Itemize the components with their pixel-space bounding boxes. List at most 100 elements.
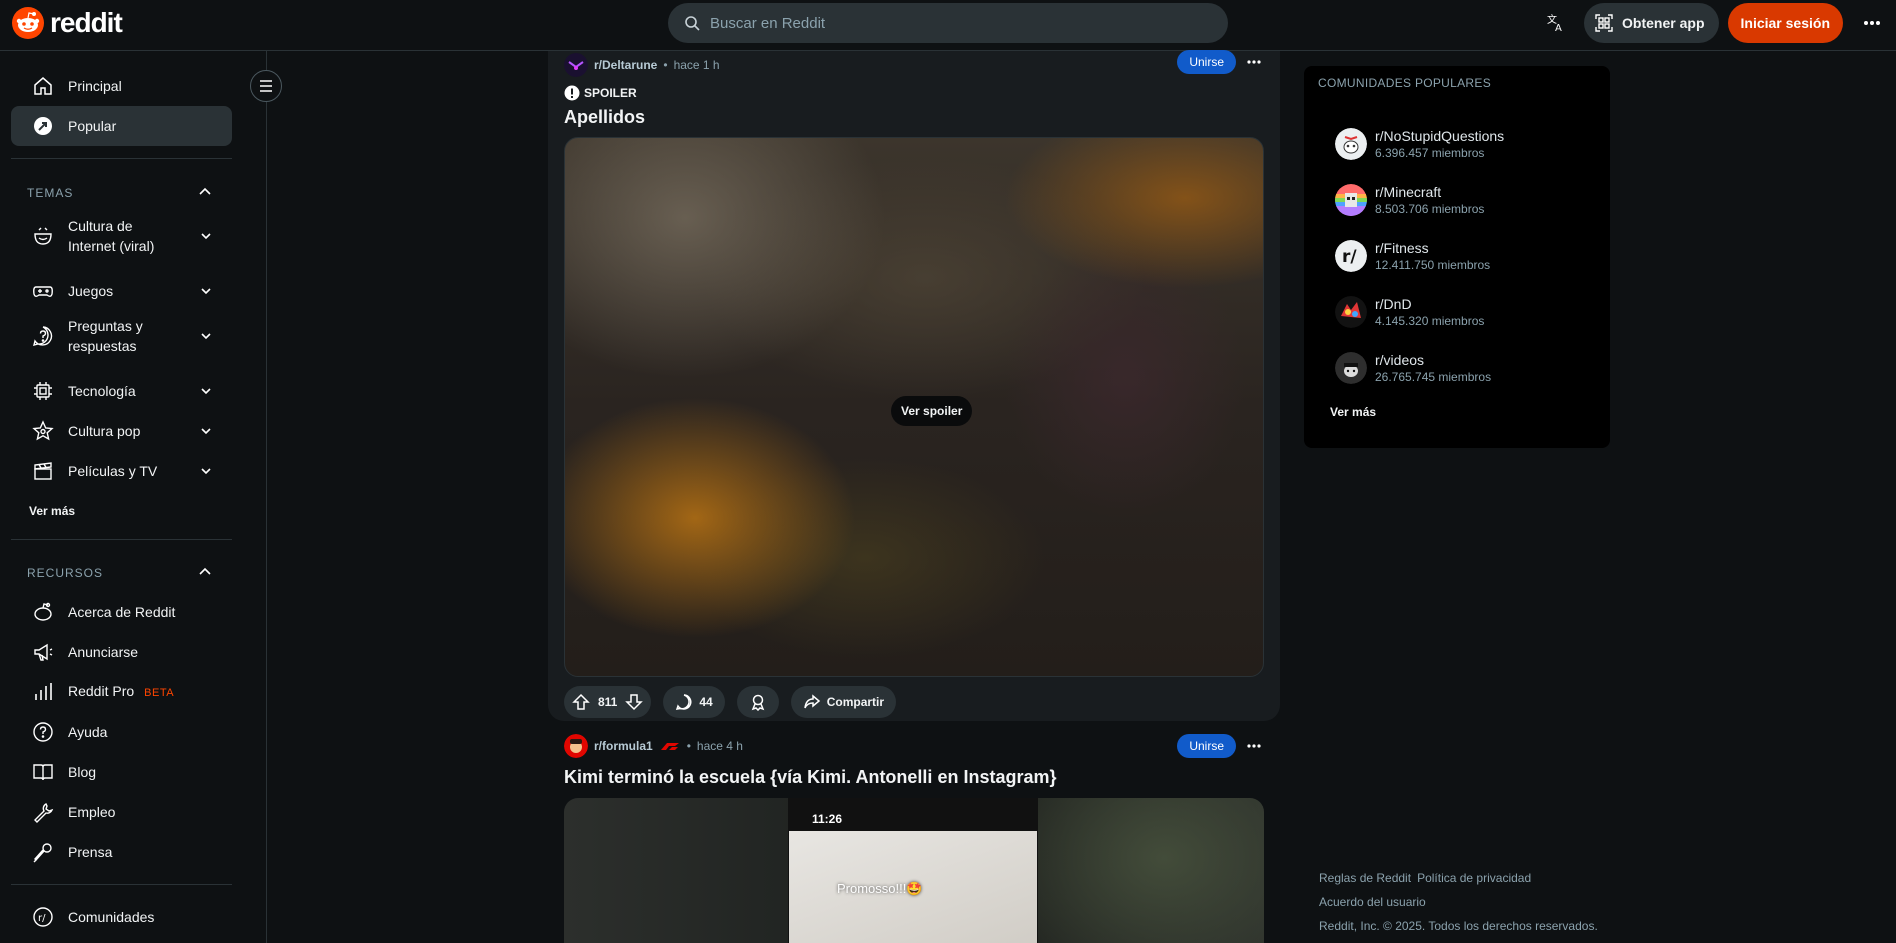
reddit-logo[interactable]: reddit bbox=[12, 7, 123, 39]
sidebar-item-qa[interactable]: Preguntas y respuestas bbox=[11, 315, 232, 357]
award-button[interactable] bbox=[736, 686, 779, 718]
collapse-sidebar-button[interactable] bbox=[250, 70, 282, 102]
more-dots-icon bbox=[1247, 744, 1261, 748]
communities-see-more-link[interactable]: Ver más bbox=[1330, 405, 1376, 419]
community-item[interactable]: r/videos 26.765.745 miembros bbox=[1335, 348, 1595, 388]
footer-copyright: Reddit, Inc. © 2025. Todos los derechos … bbox=[1319, 919, 1598, 933]
footer-rules-link[interactable]: Reglas de Reddit bbox=[1319, 871, 1411, 885]
top-header: reddit Buscar en Reddit 文A Obtener app I… bbox=[0, 0, 1896, 51]
sidebar-item-press[interactable]: Prensa bbox=[11, 832, 232, 872]
post-image[interactable]: 11:26 Promosso!!!🤩 bbox=[564, 798, 1264, 943]
sidebar-item-label: Tecnología bbox=[68, 383, 136, 399]
join-button[interactable]: Unirse bbox=[1177, 50, 1236, 74]
community-members: 8.503.706 miembros bbox=[1375, 202, 1485, 216]
chevron-down-icon bbox=[196, 421, 216, 441]
sidebar-item-pop-culture[interactable]: Cultura pop bbox=[11, 411, 232, 451]
f1-flair-icon bbox=[659, 741, 681, 751]
chevron-down-icon bbox=[196, 281, 216, 301]
post-card[interactable]: r/Deltarune • hace 1 h Unirse SPOILER Ap… bbox=[548, 50, 1280, 721]
post-options-button[interactable] bbox=[1242, 734, 1266, 758]
sidebar-item-blog[interactable]: Blog bbox=[11, 752, 232, 792]
community-item[interactable]: r/Minecraft 8.503.706 miembros bbox=[1335, 180, 1595, 220]
sidebar-item-advertise[interactable]: Anunciarse bbox=[11, 632, 232, 672]
chevron-up-icon[interactable] bbox=[195, 562, 215, 582]
book-icon bbox=[32, 761, 54, 783]
subreddit-name[interactable]: r/Deltarune bbox=[594, 58, 657, 72]
sidebar-item-label: Empleo bbox=[68, 804, 116, 820]
help-icon bbox=[32, 721, 54, 743]
post-options-button[interactable] bbox=[1242, 50, 1266, 74]
join-button[interactable]: Unirse bbox=[1177, 734, 1236, 758]
community-item[interactable]: r/DnD 4.145.320 miembros bbox=[1335, 292, 1595, 332]
reddit-alien-icon bbox=[12, 7, 44, 39]
reddit-alien-icon bbox=[32, 601, 54, 623]
search-placeholder: Buscar en Reddit bbox=[710, 14, 826, 32]
footer-user-agreement-link[interactable]: Acuerdo del usuario bbox=[1319, 895, 1426, 909]
left-sidebar: Principal Popular TEMAS Cultura de Inter… bbox=[0, 51, 267, 943]
community-avatar: r/ bbox=[1335, 240, 1367, 272]
subreddit-name[interactable]: r/formula1 bbox=[594, 739, 653, 753]
popular-icon bbox=[32, 115, 54, 137]
post-card[interactable]: r/formula1 • hace 4 h Unirse Kimi termin… bbox=[548, 723, 1280, 943]
sidebar-item-technology[interactable]: Tecnología bbox=[11, 371, 232, 411]
share-button[interactable]: Compartir bbox=[790, 686, 897, 718]
more-dots-icon bbox=[1863, 20, 1881, 26]
blurred-spoiler-image[interactable]: Ver spoiler bbox=[564, 137, 1264, 677]
comments-button[interactable]: 44 bbox=[663, 686, 725, 718]
community-item[interactable]: r/ r/Fitness 12.411.750 miembros bbox=[1335, 236, 1595, 276]
sidebar-item-home[interactable]: Principal bbox=[11, 66, 232, 106]
view-spoiler-button[interactable]: Ver spoiler bbox=[891, 396, 973, 426]
sidebar-item-label: Blog bbox=[68, 764, 97, 780]
wrench-icon bbox=[32, 801, 54, 823]
footer-links: Reglas de Reddit Política de privacidad A… bbox=[1319, 866, 1598, 938]
topics-see-more-link[interactable]: Ver más bbox=[29, 504, 75, 518]
share-icon bbox=[803, 693, 821, 711]
community-avatar bbox=[1335, 352, 1367, 384]
sidebar-item-help[interactable]: Ayuda bbox=[11, 712, 232, 752]
meta-separator: • bbox=[663, 58, 668, 72]
award-icon bbox=[749, 693, 767, 711]
more-options-button[interactable] bbox=[1852, 3, 1892, 43]
sidebar-item-popular[interactable]: Popular bbox=[11, 106, 232, 146]
sidebar-item-label: Acerca de Reddit bbox=[68, 604, 176, 620]
sidebar-item-label: Cultura de Internet (viral) bbox=[68, 218, 155, 254]
star-icon bbox=[32, 420, 54, 442]
search-input[interactable]: Buscar en Reddit bbox=[668, 3, 1228, 43]
subreddit-avatar[interactable] bbox=[564, 53, 588, 77]
microphone-icon bbox=[32, 841, 54, 863]
sidebar-item-about[interactable]: Acerca de Reddit bbox=[11, 592, 232, 632]
subreddit-avatar[interactable] bbox=[564, 734, 588, 758]
sidebar-item-movies-tv[interactable]: Películas y TV bbox=[11, 451, 232, 491]
post-time: hace 1 h bbox=[673, 58, 720, 72]
menu-icon bbox=[258, 79, 274, 93]
downvote-icon[interactable] bbox=[625, 693, 644, 711]
resources-section-title: RECURSOS bbox=[27, 566, 104, 580]
footer-privacy-link[interactable]: Política de privacidad bbox=[1417, 871, 1531, 885]
sidebar-item-games[interactable]: Juegos bbox=[11, 271, 232, 311]
chip-icon bbox=[32, 380, 54, 402]
translate-button[interactable]: 文A bbox=[1536, 3, 1576, 43]
community-name: r/videos bbox=[1375, 352, 1425, 368]
get-app-button[interactable]: Obtener app bbox=[1584, 3, 1719, 43]
divider bbox=[11, 539, 232, 540]
community-item[interactable]: r/NoStupidQuestions 6.396.457 miembros bbox=[1335, 124, 1595, 164]
rail-title: COMUNIDADES POPULARES bbox=[1318, 76, 1491, 90]
svg-text:A: A bbox=[1555, 23, 1562, 33]
qr-code-icon bbox=[1594, 13, 1614, 33]
alert-icon bbox=[564, 85, 580, 101]
divider bbox=[11, 158, 232, 159]
sidebar-item-careers[interactable]: Empleo bbox=[11, 792, 232, 832]
upvote-icon[interactable] bbox=[572, 693, 590, 711]
sidebar-item-label: Prensa bbox=[68, 844, 113, 860]
chevron-down-icon bbox=[196, 381, 216, 401]
sidebar-item-reddit-pro[interactable]: Reddit Pro BETA bbox=[11, 672, 232, 712]
comment-count: 44 bbox=[699, 695, 713, 709]
post-title[interactable]: Apellidos bbox=[564, 107, 645, 128]
chevron-down-icon bbox=[196, 226, 216, 246]
sidebar-item-internet-culture[interactable]: Cultura de Internet (viral) bbox=[11, 215, 232, 257]
home-icon bbox=[32, 75, 54, 97]
post-title[interactable]: Kimi terminó la escuela {vía Kimi. Anton… bbox=[564, 767, 1056, 788]
chevron-up-icon[interactable] bbox=[195, 182, 215, 202]
login-button[interactable]: Iniciar sesión bbox=[1727, 3, 1843, 43]
sidebar-item-communities[interactable]: r/ Comunidades bbox=[11, 897, 232, 937]
